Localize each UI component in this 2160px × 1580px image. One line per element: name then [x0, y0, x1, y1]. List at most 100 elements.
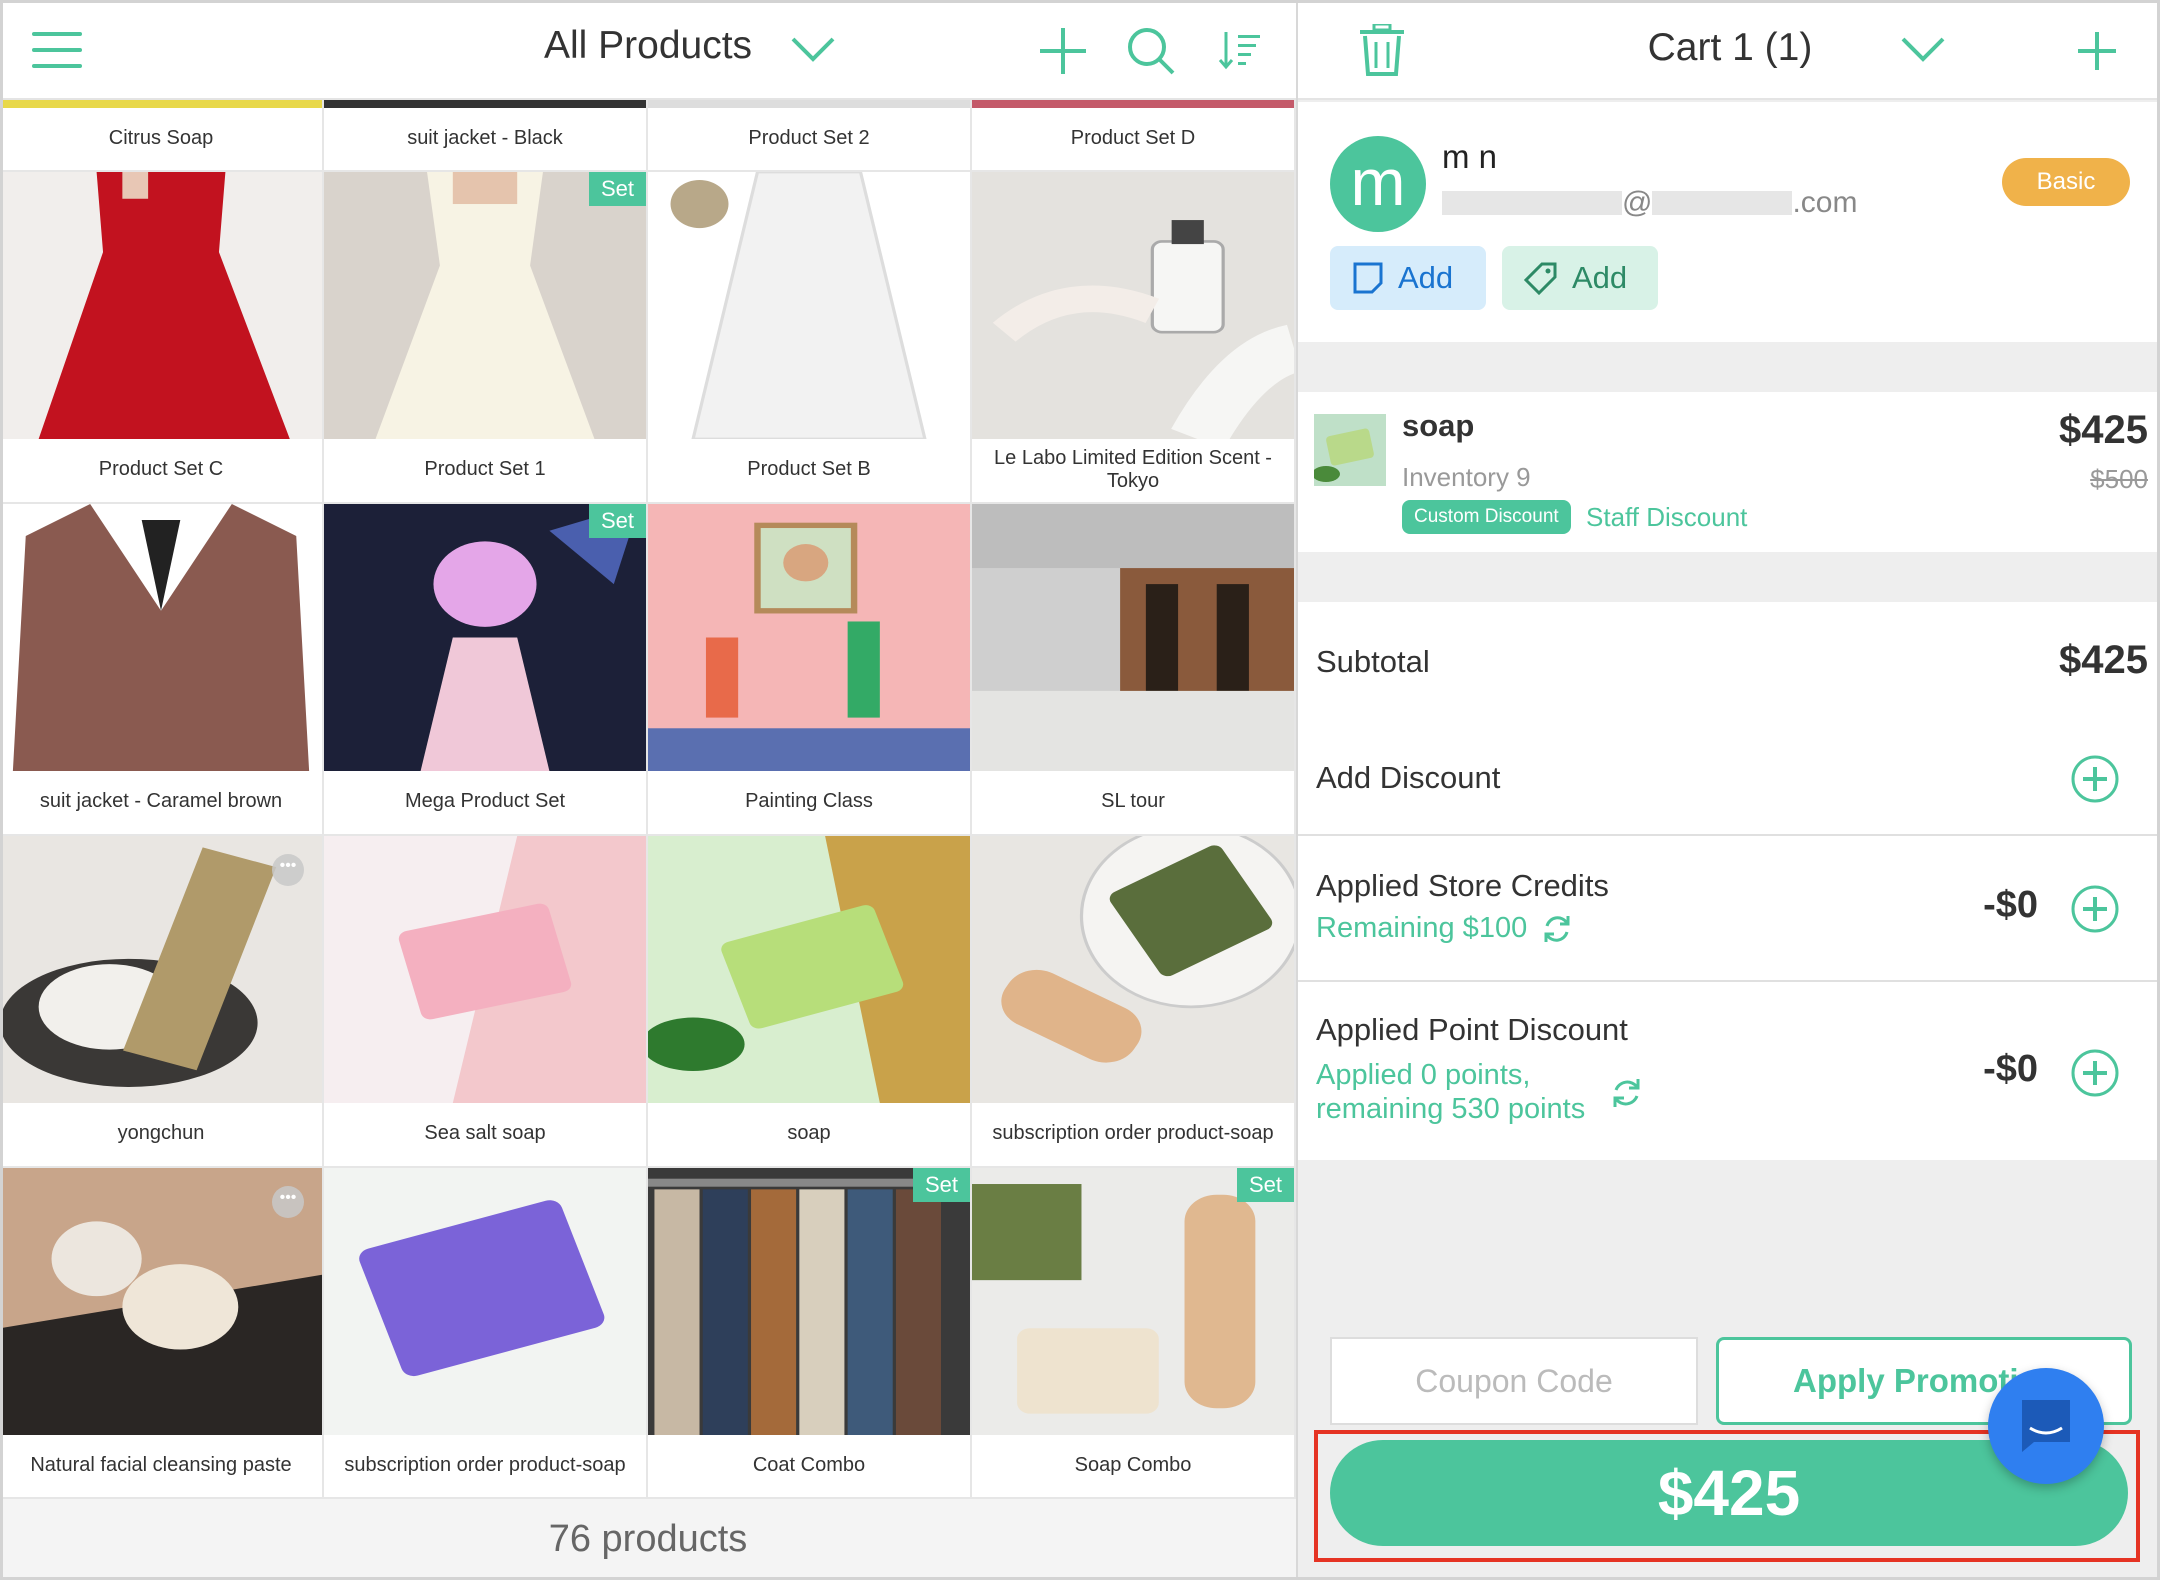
- product-image: [972, 836, 1294, 1103]
- staff-discount-label: Staff Discount: [1586, 502, 1748, 532]
- product-tile[interactable]: Sea salt soap: [324, 836, 648, 1168]
- add-tag-label: Add: [1572, 260, 1628, 295]
- product-tile[interactable]: Product Set C: [0, 172, 324, 504]
- sort-icon[interactable]: [1218, 30, 1262, 70]
- product-tile[interactable]: Product Set D: [972, 100, 1296, 172]
- chat-icon: [2022, 1400, 2070, 1452]
- product-name: suit jacket - Black: [407, 126, 563, 149]
- email-at: @: [1622, 186, 1653, 219]
- product-name: subscription order product-soap: [344, 1454, 626, 1476]
- product-name: yongchun: [117, 1122, 205, 1144]
- points-line-1: Applied 0 points,: [1316, 1059, 1531, 1091]
- product-tile[interactable]: ••• yongchun: [0, 836, 324, 1168]
- product-image: [324, 1168, 646, 1435]
- customer-card[interactable]: m m n @ .com Basic Add Add: [1298, 102, 2160, 342]
- product-name: Natural facial cleansing paste: [30, 1454, 292, 1476]
- product-name: suit jacket - Caramel brown: [39, 790, 283, 812]
- product-tile[interactable]: Set Mega Product Set: [324, 504, 648, 836]
- custom-discount-tag: Custom Discount: [1402, 500, 1571, 534]
- points-detail: Applied 0 points, remaining 530 points: [1316, 1058, 1585, 1126]
- cart-title[interactable]: Cart 1 (1): [1298, 26, 2160, 70]
- product-panel: All Products Citrus Soap suit jacket - Bl…: [0, 0, 1296, 1580]
- product-tile[interactable]: SL tour: [972, 504, 1296, 836]
- product-tile[interactable]: Painting Class: [648, 504, 972, 836]
- product-tile[interactable]: Product Set B: [648, 172, 972, 504]
- product-image: [972, 504, 1294, 771]
- product-image: [324, 172, 646, 439]
- product-tile[interactable]: Product Set 2: [648, 100, 972, 172]
- product-count: 76 products: [0, 1497, 1296, 1580]
- search-icon[interactable]: [1126, 26, 1176, 76]
- add-store-credits-icon[interactable]: [2070, 884, 2120, 934]
- product-image: [324, 504, 646, 771]
- chat-support-button[interactable]: [1988, 1368, 2104, 1484]
- item-inventory: Inventory 9: [1402, 462, 1531, 492]
- add-discount-icon[interactable]: [2070, 754, 2120, 804]
- add-tag-button[interactable]: Add: [1502, 246, 1658, 310]
- chevron-down-icon[interactable]: [790, 36, 836, 64]
- product-name: Product Set 2: [748, 126, 870, 149]
- divider: [1298, 834, 2160, 836]
- store-credits-remaining: Remaining $100: [1316, 912, 1573, 945]
- product-tile[interactable]: Citrus Soap: [0, 100, 324, 172]
- set-badge: Set: [1236, 1168, 1294, 1202]
- order-summary: Subtotal $425 Add Discount Applied Store…: [1298, 602, 2160, 1160]
- product-image: [648, 504, 970, 771]
- product-name: Sea salt soap: [424, 1122, 546, 1144]
- store-credits-value: -$0: [1983, 884, 2038, 926]
- product-tile[interactable]: Set Coat Combo: [648, 1168, 972, 1500]
- product-name: Le Labo Limited Edition Scent - Tokyo: [994, 446, 1272, 492]
- add-note-button[interactable]: Add: [1330, 246, 1486, 310]
- product-name: Coat Combo: [752, 1454, 866, 1476]
- refresh-icon[interactable]: [1541, 913, 1573, 945]
- add-product-icon[interactable]: [1040, 28, 1086, 74]
- set-badge: Set: [588, 172, 646, 206]
- store-credits-remaining-text: Remaining $100: [1316, 912, 1528, 944]
- product-tile[interactable]: suit jacket - Caramel brown: [0, 504, 324, 836]
- add-cart-icon[interactable]: [2078, 32, 2116, 70]
- add-discount-label: Add Discount: [1316, 760, 1501, 795]
- product-name: subscription order product-soap: [992, 1122, 1274, 1144]
- cart-line-item[interactable]: soap Inventory 9 Custom Discount Staff D…: [1298, 392, 2160, 552]
- customer-avatar: m: [1330, 136, 1426, 232]
- divider: [1298, 980, 2160, 982]
- product-tile[interactable]: suit jacket - Black: [324, 100, 648, 172]
- product-image: [0, 504, 322, 771]
- membership-tier-badge: Basic: [2002, 158, 2130, 206]
- product-tile[interactable]: Le Labo Limited Edition Scent - Tokyo: [972, 172, 1296, 504]
- customer-name: m n: [1442, 138, 1498, 175]
- customer-email: @ .com: [1442, 186, 1857, 220]
- product-name: Product Set B: [747, 458, 871, 480]
- more-options-icon[interactable]: •••: [272, 1186, 304, 1218]
- product-category-title[interactable]: All Products: [0, 24, 1296, 68]
- product-image: [972, 1168, 1294, 1435]
- item-name: soap: [1402, 408, 1475, 443]
- product-tile[interactable]: Set Product Set 1: [324, 172, 648, 504]
- subtotal-label: Subtotal: [1316, 644, 1430, 679]
- cart-header: Cart 1 (1): [1298, 0, 2160, 100]
- subtotal-value: $425: [2059, 638, 2148, 682]
- more-options-icon[interactable]: •••: [272, 854, 304, 886]
- item-price: $425: [2059, 408, 2148, 452]
- chevron-down-icon[interactable]: [1900, 36, 1946, 64]
- product-image: [972, 172, 1294, 450]
- tag-icon: [1524, 262, 1557, 295]
- product-tile[interactable]: subscription order product-soap: [324, 1168, 648, 1500]
- product-tile[interactable]: subscription order product-soap: [972, 836, 1296, 1168]
- product-tile[interactable]: ••• Natural facial cleansing paste: [0, 1168, 324, 1500]
- store-credits-label: Applied Store Credits: [1316, 868, 1609, 903]
- product-image: [648, 836, 970, 1103]
- products-header: All Products: [0, 0, 1296, 100]
- product-name: Mega Product Set: [404, 790, 566, 812]
- product-tile[interactable]: soap: [648, 836, 972, 1168]
- product-tile[interactable]: Set Soap Combo: [972, 1168, 1296, 1500]
- redacted-block: [1442, 191, 1622, 215]
- product-name: Product Set C: [98, 458, 224, 480]
- product-name: soap: [787, 1122, 831, 1144]
- product-name: SL tour: [1101, 790, 1165, 812]
- email-domain: .com: [1792, 186, 1858, 219]
- refresh-icon[interactable]: [1610, 1076, 1644, 1110]
- add-points-icon[interactable]: [2070, 1048, 2120, 1098]
- cart-panel: Cart 1 (1) m m n @ .com Basic Add Add so…: [1296, 0, 2160, 1580]
- coupon-code-input[interactable]: Coupon Code: [1330, 1337, 1698, 1425]
